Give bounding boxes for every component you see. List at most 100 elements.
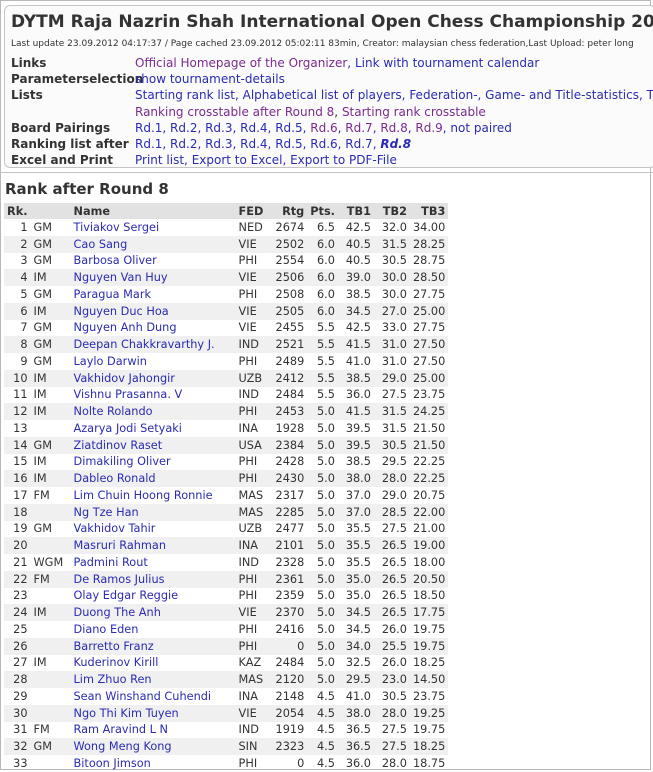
pairing-rd7[interactable]: Rd.7	[345, 121, 372, 135]
link-show-tournament-details[interactable]: show tournament-details	[135, 72, 285, 86]
table-row: 14 GM Ziatdinov Raset USA 2384 5.0 39.5 30.5 21.…	[4, 436, 449, 454]
ranking-rd2[interactable]: Rd.2	[170, 137, 197, 151]
rank-cell: 31	[13, 723, 28, 737]
link-starting-rank-crosstable[interactable]: Starting rank crosstable	[342, 105, 486, 119]
player-name-link[interactable]: Lim Zhuo Ren	[70, 671, 236, 688]
table-row: 22 FM De Ramos Julius PHI 2361 5.0 35.0 26.5 20.…	[4, 570, 449, 588]
pairing-rd3[interactable]: Rd.3	[205, 121, 232, 135]
tb1-cell: 38.0	[337, 704, 374, 722]
col-tb2: TB2	[373, 203, 410, 219]
tb2-cell: 27.5	[381, 723, 407, 737]
points-cell: 5.0	[317, 622, 335, 636]
rating-cell: 2416	[275, 622, 305, 636]
title-cell	[31, 420, 71, 437]
pairing-rd2[interactable]: Rd.2	[170, 121, 197, 135]
points-cell: 5.0	[317, 589, 335, 603]
title-cell: IM	[30, 403, 71, 420]
points-cell: 5.0	[317, 555, 335, 569]
title-cell: IM	[33, 656, 47, 670]
tb3-cell: 14.50	[409, 671, 449, 688]
player-name-link[interactable]: Kuderinov Kirill	[71, 655, 236, 672]
pairing-rd8[interactable]: Rd.8	[380, 121, 407, 135]
player-name-link[interactable]: Diano Eden	[71, 621, 236, 638]
pairing-rd1[interactable]: Rd.1	[135, 121, 162, 135]
table-row: 28 Lim Zhuo Ren MAS 2120 5.0 29.5 23.0 14.50	[4, 671, 449, 688]
player-name-link[interactable]: Laylo Darwin	[71, 353, 236, 370]
rank-cell: 7	[20, 321, 28, 335]
player-name-link[interactable]: Padmini Rout	[71, 554, 236, 571]
player-name-link[interactable]: De Ramos Julius	[70, 570, 236, 588]
player-name-link[interactable]: Bitoon Jimson	[71, 755, 236, 772]
player-name-link[interactable]: Ziatdinov Raset	[70, 436, 236, 454]
ranking-rd5[interactable]: Rd.5	[275, 137, 302, 151]
title-cell: IM	[30, 302, 71, 320]
tb3-cell: 27.75	[412, 321, 446, 335]
player-name-link[interactable]: Vakhidov Jahongir	[70, 369, 236, 387]
title-cell: IM	[30, 470, 71, 487]
player-name-link[interactable]: Nolte Rolando	[70, 403, 236, 420]
fed-cell: PHI	[238, 455, 258, 469]
col-rating: Rtg	[272, 203, 308, 219]
ranking-rd6[interactable]: Rd.6	[310, 137, 337, 151]
player-name-link[interactable]: Azarya Jodi Setyaki	[71, 420, 236, 437]
pairing-not-paired[interactable]: not paired	[450, 121, 511, 135]
player-name-link[interactable]: Ngo Thi Kim Tuyen	[70, 704, 236, 722]
table-row: 18 Ng Tze Han MAS 2285 5.0 37.0 28.5 22.00	[4, 503, 449, 521]
player-name-link[interactable]: Dableo Ronald	[70, 470, 236, 487]
excel-list: Print list, Export to Excel, Export to P…	[135, 153, 397, 167]
player-name-link[interactable]: Deepan Chakkravarthy J.	[70, 336, 236, 353]
link-tournament-calendar[interactable]: Link with tournament calendar	[355, 56, 539, 70]
ranking-list: Rd.1, Rd.2, Rd.3, Rd.4, Rd.5, Rd.6, Rd.7…	[135, 137, 412, 151]
player-name-link[interactable]: Nguyen Duc Hoa	[70, 302, 236, 320]
link-statistics[interactable]: Federation-, Game- and Title-statistics	[409, 88, 639, 102]
player-name-link[interactable]: Ram Aravind L N	[71, 722, 236, 739]
table-row: 12 IM Nolte Rolando PHI 2453 5.0 41.5 31.5 24.25	[4, 403, 449, 420]
tb2-cell: 28.0	[373, 704, 410, 722]
fed-cell: INA	[238, 421, 259, 435]
player-name-link[interactable]: Nguyen Van Huy	[70, 269, 236, 286]
link-export-excel[interactable]: Export to Excel	[192, 153, 283, 167]
title-cell: GM	[33, 354, 53, 368]
table-row: 3 GM Barbosa Oliver PHI 2554 6.0 40.5 30.5 28.75	[4, 253, 448, 270]
rank-cell: 2	[4, 235, 31, 253]
player-name-link[interactable]: Vishnu Prasanna. V	[71, 387, 236, 404]
pairing-rd4[interactable]: Rd.4	[240, 121, 267, 135]
link-ranking-crosstable[interactable]: Ranking crosstable after Round 8	[135, 105, 334, 119]
rank-cell: 13	[13, 421, 28, 435]
player-name-link[interactable]: Tiviakov Sergei	[71, 219, 236, 236]
tb3-cell: 22.00	[409, 503, 449, 521]
link-print-list[interactable]: Print list	[135, 153, 184, 167]
pairing-rd9[interactable]: Rd.9	[415, 121, 442, 135]
ranking-rd1[interactable]: Rd.1	[135, 137, 162, 151]
fed-cell: VIE	[235, 269, 273, 286]
player-name-link[interactable]: Cao Sang	[70, 235, 236, 253]
player-name-link[interactable]: Sean Winshand Cuhendi	[71, 688, 236, 705]
player-name-link[interactable]: Wong Meng Kong	[70, 738, 236, 755]
rank-cell: 26	[4, 637, 31, 655]
player-name-link[interactable]: Nguyen Anh Dung	[71, 320, 236, 337]
player-name-link[interactable]: Duong The Anh	[70, 604, 236, 621]
player-name-link[interactable]: Ng Tze Han	[70, 503, 236, 521]
link-alphabetical-list[interactable]: Alphabetical list of players	[243, 88, 402, 102]
player-name-link[interactable]: Masruri Rahman	[70, 537, 236, 554]
rank-cell: 11	[13, 388, 28, 402]
link-starting-rank-list[interactable]: Starting rank list	[135, 88, 235, 102]
player-name-link[interactable]: Dimakiling Oliver	[71, 454, 236, 471]
player-name-link[interactable]: Barretto Franz	[70, 637, 236, 655]
player-name-link[interactable]: Olay Edgar Reggie	[71, 588, 236, 605]
player-name-link[interactable]: Barbosa Oliver	[71, 253, 236, 270]
fed-cell: KAZ	[238, 656, 262, 670]
table-row: 21 WGM Padmini Rout IND 2328 5.0 35.5 26.5 18.00	[4, 554, 448, 571]
tb1-cell: 35.0	[345, 589, 371, 603]
player-name-link[interactable]: Vakhidov Tahir	[71, 521, 236, 538]
link-truncated[interactable]: T	[647, 88, 653, 102]
ranking-rd4[interactable]: Rd.4	[240, 137, 267, 151]
pairing-rd6[interactable]: Rd.6	[310, 121, 337, 135]
link-export-pdf[interactable]: Export to PDF-File	[290, 153, 397, 167]
player-name-link[interactable]: Paragua Mark	[71, 286, 236, 303]
link-official-homepage[interactable]: Official Homepage of the Organizer	[135, 56, 347, 70]
player-name-link[interactable]: Lim Chuin Hoong Ronnie	[71, 487, 236, 504]
ranking-rd3[interactable]: Rd.3	[205, 137, 232, 151]
ranking-rd7[interactable]: Rd.7	[345, 137, 372, 151]
pairing-rd5[interactable]: Rd.5	[275, 121, 302, 135]
